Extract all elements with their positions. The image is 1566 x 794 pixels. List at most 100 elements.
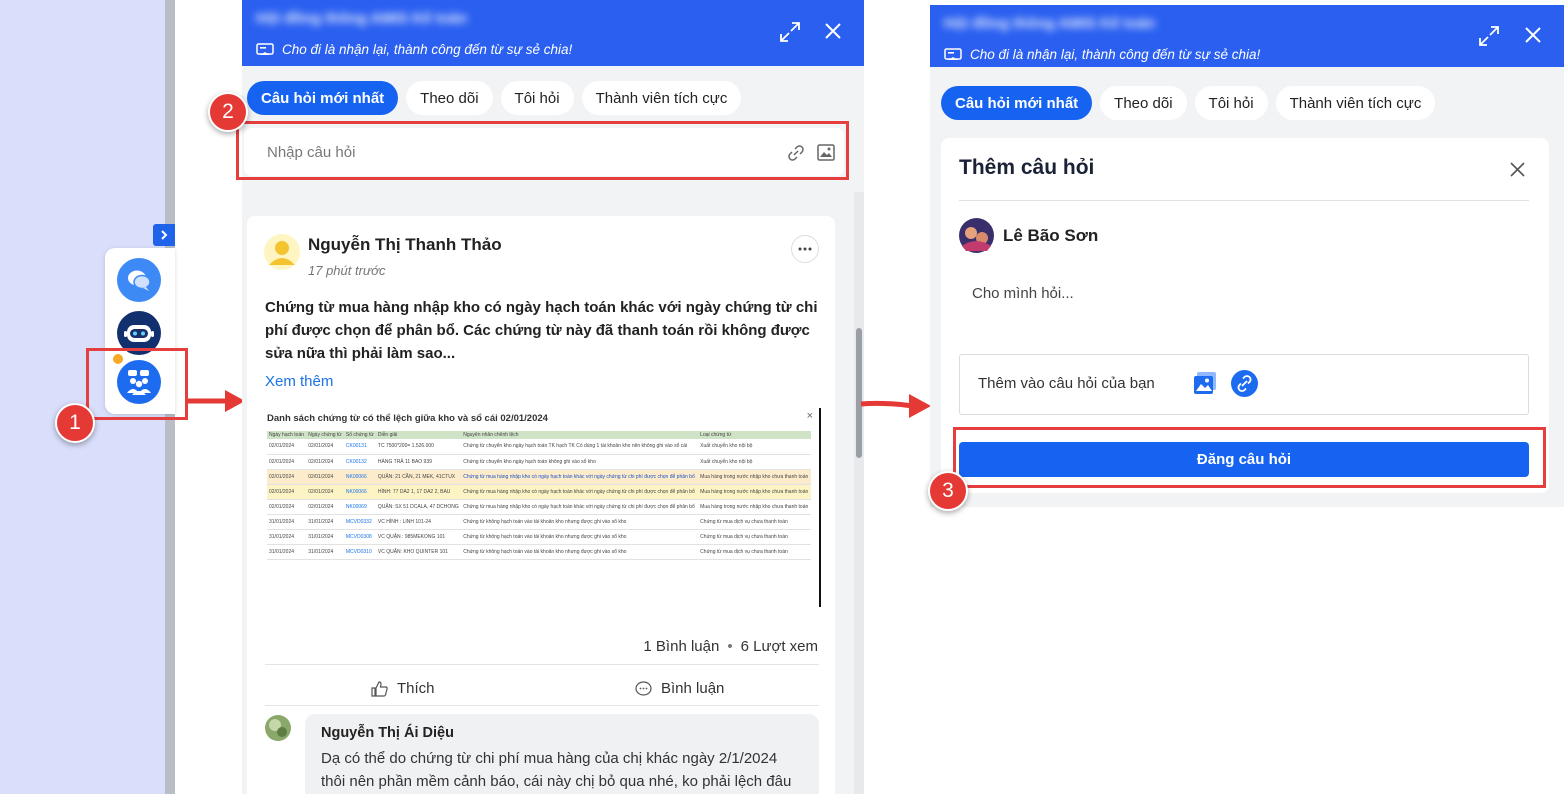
- tab-my-questions[interactable]: Tôi hỏi: [500, 81, 574, 115]
- attachment-header: Nguyên nhân chênh lệch: [461, 431, 699, 439]
- close-icon[interactable]: [1509, 161, 1526, 178]
- tab-following[interactable]: Theo dõi: [406, 81, 493, 115]
- table-row: 02/01/2024 02/01/2024 CK00131 TC 7500*200= …: [267, 439, 811, 455]
- close-icon[interactable]: [824, 22, 842, 40]
- table-cell: VC HÌNH : LINH 101-24: [375, 514, 462, 530]
- chat-button[interactable]: [117, 258, 161, 302]
- table-cell: Chứng từ mua hàng nhập kho có ngày hạch …: [461, 484, 699, 500]
- comment-icon: [635, 680, 652, 696]
- table-row: 02/01/2024 02/01/2024 NK00069 QUẬN: SX 51 D…: [267, 499, 811, 515]
- post-time: 17 phút trước: [308, 263, 386, 278]
- comment-button[interactable]: Bình luận: [635, 680, 724, 697]
- scrollbar-track[interactable]: [854, 192, 864, 794]
- image-icon[interactable]: [1193, 371, 1217, 396]
- tab-active-members[interactable]: Thành viên tích cực: [1275, 86, 1436, 120]
- table-cell: CK00131: [343, 439, 376, 455]
- megaphone-icon: [256, 43, 274, 55]
- tab-following[interactable]: Theo dõi: [1100, 86, 1187, 120]
- expand-launcher-button[interactable]: [153, 224, 175, 246]
- attachment-header: Diễn giải: [375, 431, 462, 439]
- panel-title: Hội đồng thông AMIS Kế toán: [256, 10, 468, 27]
- community-panel-feed: Hội đồng thông AMIS Kế toán Cho đi là nh…: [242, 0, 864, 794]
- tab-newest[interactable]: Câu hỏi mới nhất: [247, 81, 399, 115]
- table-cell: 02/01/2024: [267, 499, 307, 515]
- divider: [265, 705, 819, 706]
- table-cell: Chứng từ chuyển kho ngày hạch toán TK hạ…: [461, 439, 699, 455]
- panel-slogan: Cho đi là nhận lại, thành công đến từ sự…: [256, 40, 572, 58]
- post-card: Nguyễn Thị Thanh Thảo 17 phút trước Chứn…: [247, 216, 835, 794]
- expand-icon[interactable]: [1478, 25, 1500, 47]
- more-icon: [798, 247, 812, 251]
- comment-text: Dạ có thể do chứng từ chi phí mua hàng c…: [321, 747, 791, 793]
- table-cell: Chứng từ mua dịch vụ chưa thanh toán: [698, 514, 811, 530]
- slogan-text: Cho đi là nhận lại, thành công đến từ sự…: [282, 41, 573, 57]
- arrow-right-icon: [860, 394, 931, 418]
- step-badge-1: 1: [55, 403, 95, 443]
- commenter-avatar[interactable]: [265, 715, 291, 741]
- attachment-close-icon: ×: [806, 410, 813, 422]
- highlight-box-community: [86, 348, 188, 420]
- table-cell: NK00069: [343, 499, 376, 515]
- highlight-box-submit: [953, 427, 1546, 488]
- expand-icon[interactable]: [779, 21, 801, 43]
- question-textarea[interactable]: Cho mình hỏi...: [972, 285, 1074, 302]
- table-cell: NK00066: [343, 484, 376, 500]
- table-cell: 02/01/2024: [267, 454, 307, 470]
- attachment-image[interactable]: Danh sách chứng từ có thể lệch giữa kho …: [265, 408, 821, 607]
- step-badge-2: 2: [208, 92, 248, 132]
- table-cell: 31/01/2024: [306, 529, 344, 545]
- attachment-title: Danh sách chứng từ có thể lệch giữa kho …: [267, 413, 548, 424]
- table-cell: 31/01/2024: [267, 529, 307, 545]
- table-cell: HÀNG TRẢ 11 BAO 939: [375, 454, 462, 470]
- table-cell: Mua hàng trong nước nhập kho chưa thanh …: [698, 499, 811, 515]
- post-stats: 1 Bình luận • 6 Lượt xem: [643, 638, 818, 655]
- comment-author[interactable]: Nguyễn Thị Ái Diệu: [321, 725, 454, 741]
- tab-newest[interactable]: Câu hỏi mới nhất: [941, 86, 1093, 120]
- see-more-link[interactable]: Xem thêm: [265, 373, 333, 390]
- table-row: 02/01/2024 02/01/2024 CK00132 HÀNG TRẢ 11 B…: [267, 454, 811, 470]
- table-cell: Xuất chuyển kho nội bộ: [698, 439, 811, 455]
- table-cell: 02/01/2024: [306, 439, 344, 455]
- table-cell: Xuất chuyển kho nội bộ: [698, 454, 811, 470]
- add-to-question-label: Thêm vào câu hỏi của bạn: [978, 375, 1155, 392]
- table-cell: CK00132: [343, 454, 376, 470]
- comment-count[interactable]: 1 Bình luận: [643, 638, 719, 655]
- tab-active-members[interactable]: Thành viên tích cực: [581, 81, 742, 115]
- tab-bar: Câu hỏi mới nhất Theo dõi Tôi hỏi Thành …: [247, 81, 742, 115]
- avatar: [959, 218, 994, 253]
- panel-title: Hội đồng thông AMIS Kế toán: [944, 15, 1156, 32]
- comment-line: thôi nên phần mềm cảnh báo, cái này chị …: [321, 773, 792, 790]
- highlight-box-question-input: [236, 121, 849, 180]
- table-cell: Chứng từ mua hàng nhập kho có ngày hạch …: [461, 469, 699, 485]
- table-cell: VC QUẬN: KHO QUINTER 101: [375, 544, 462, 560]
- table-row: 31/01/2024 31/01/2024 MCVD0310 VC QUẬN: KHO…: [267, 544, 811, 560]
- view-count: 6 Lượt xem: [740, 638, 818, 655]
- close-icon[interactable]: [1524, 26, 1542, 44]
- table-cell: QUẬN: SX 51 DCALA, 47 DCHONG: [375, 499, 462, 515]
- table-cell: Mua hàng trong nước nhập kho chưa thanh …: [698, 484, 811, 500]
- table-cell: HÌNH: 77 DA2 1, 17 DA2 2, BAU: [375, 484, 462, 500]
- megaphone-icon: [944, 48, 962, 60]
- panel-header: Hội đồng thông AMIS Kế toán Cho đi là nh…: [930, 5, 1564, 67]
- like-label: Thích: [397, 680, 435, 697]
- table-cell: 31/01/2024: [306, 514, 344, 530]
- divider: [959, 200, 1529, 201]
- divider: [265, 664, 819, 665]
- robot-icon: [124, 325, 154, 342]
- post-author[interactable]: Nguyễn Thị Thanh Thảo: [308, 235, 502, 255]
- like-button[interactable]: Thích: [371, 680, 435, 697]
- post-more-button[interactable]: [791, 235, 819, 263]
- table-cell: 31/01/2024: [267, 544, 307, 560]
- tab-my-questions[interactable]: Tôi hỏi: [1194, 86, 1268, 120]
- attachment-table: Ngày hạch toán Ngày chứng từ Số chứng từ…: [267, 431, 811, 560]
- table-cell: Chứng từ chuyển kho ngày hạch toán không…: [461, 454, 699, 470]
- avatar[interactable]: [264, 234, 300, 270]
- table-cell: Chứng từ mua hàng nhập kho có ngày hạch …: [461, 499, 699, 515]
- comment-bubble: Nguyễn Thị Ái Diệu Dạ có thể do chứng từ…: [305, 714, 819, 794]
- table-cell: Chứng từ mua dịch vụ chưa thanh toán: [698, 529, 811, 545]
- tab-bar: Câu hỏi mới nhất Theo dõi Tôi hỏi Thành …: [941, 86, 1436, 120]
- table-cell: MCVD0332: [343, 514, 376, 530]
- link-icon[interactable]: [1231, 370, 1258, 397]
- arrow-right-icon: [187, 390, 245, 412]
- table-cell: NK00066: [343, 469, 376, 485]
